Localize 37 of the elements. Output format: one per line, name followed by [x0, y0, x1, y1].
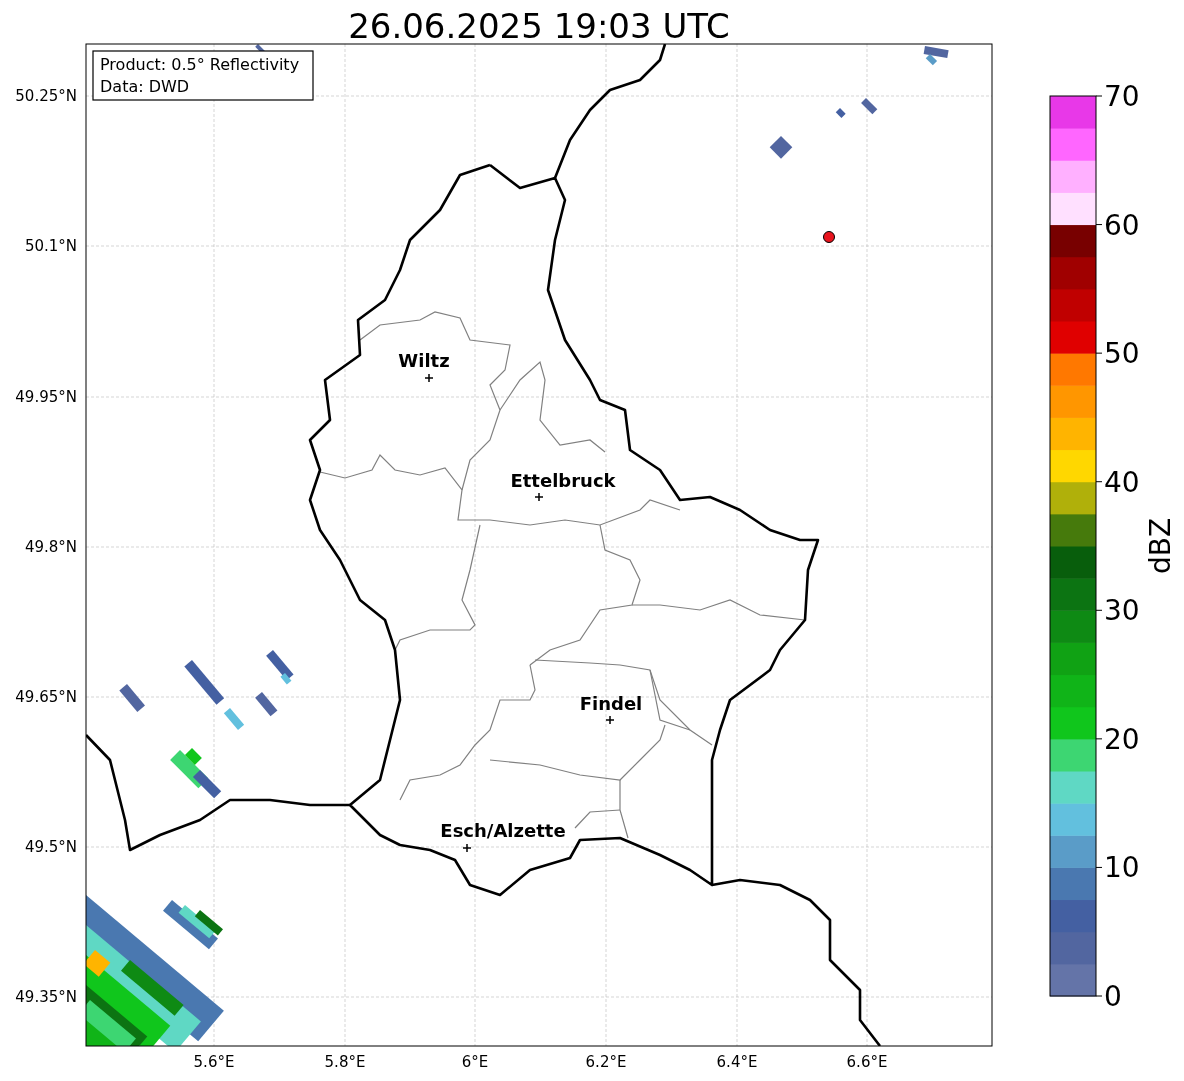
radar-echo [923, 46, 949, 66]
longitude-label: 6.2°E [585, 1053, 627, 1071]
latitude-label: 49.8°N [24, 538, 77, 556]
city-label: Findel [579, 693, 643, 714]
chart-title: 26.06.2025 19:03 UTC [348, 6, 730, 46]
city-marker-icon [534, 492, 544, 502]
radar-echo [835, 98, 878, 118]
latitude-label: 50.25°N [15, 87, 77, 105]
city-marker-icon [424, 373, 434, 383]
longitude-label: 5.8°E [324, 1053, 366, 1071]
city-marker-icon [462, 843, 472, 853]
colorbar-tick-label: 40 [1104, 465, 1140, 499]
colorbar-tick-label: 20 [1104, 722, 1140, 756]
colorbar-tick-label: 10 [1104, 851, 1140, 885]
colorbar-tick-label: 30 [1104, 594, 1140, 628]
radar-site-marker [823, 231, 835, 243]
radar-echo [170, 748, 222, 799]
city-label: Wiltz [398, 350, 450, 371]
latitude-label: 50.1°N [24, 237, 77, 255]
city-label: Ettelbruck [510, 470, 616, 491]
longitude-label: 5.6°E [193, 1053, 235, 1071]
city-label: Esch/Alzette [440, 820, 566, 841]
longitude-label: 6.6°E [846, 1053, 888, 1071]
colorbar-tick-label: 70 [1104, 80, 1140, 113]
latitude-label: 49.35°N [15, 988, 77, 1006]
latitude-label: 49.65°N [15, 688, 77, 706]
colorbar-label: dBZ [1144, 517, 1177, 575]
colorbar-tick-label: 50 [1104, 337, 1140, 371]
latitude-label: 49.5°N [24, 838, 77, 856]
colorbar-tick-label: 0 [1104, 980, 1122, 1013]
longitude-label: 6°E [461, 1053, 489, 1071]
colorbar-tick-label: 60 [1104, 208, 1140, 242]
latitude-label: 49.95°N [15, 388, 77, 406]
longitude-label: 6.4°E [716, 1053, 758, 1071]
city-marker-icon [605, 715, 615, 725]
info-text: Product: 0.5° Reflectivity [100, 55, 300, 74]
info-text: Data: DWD [100, 77, 190, 96]
